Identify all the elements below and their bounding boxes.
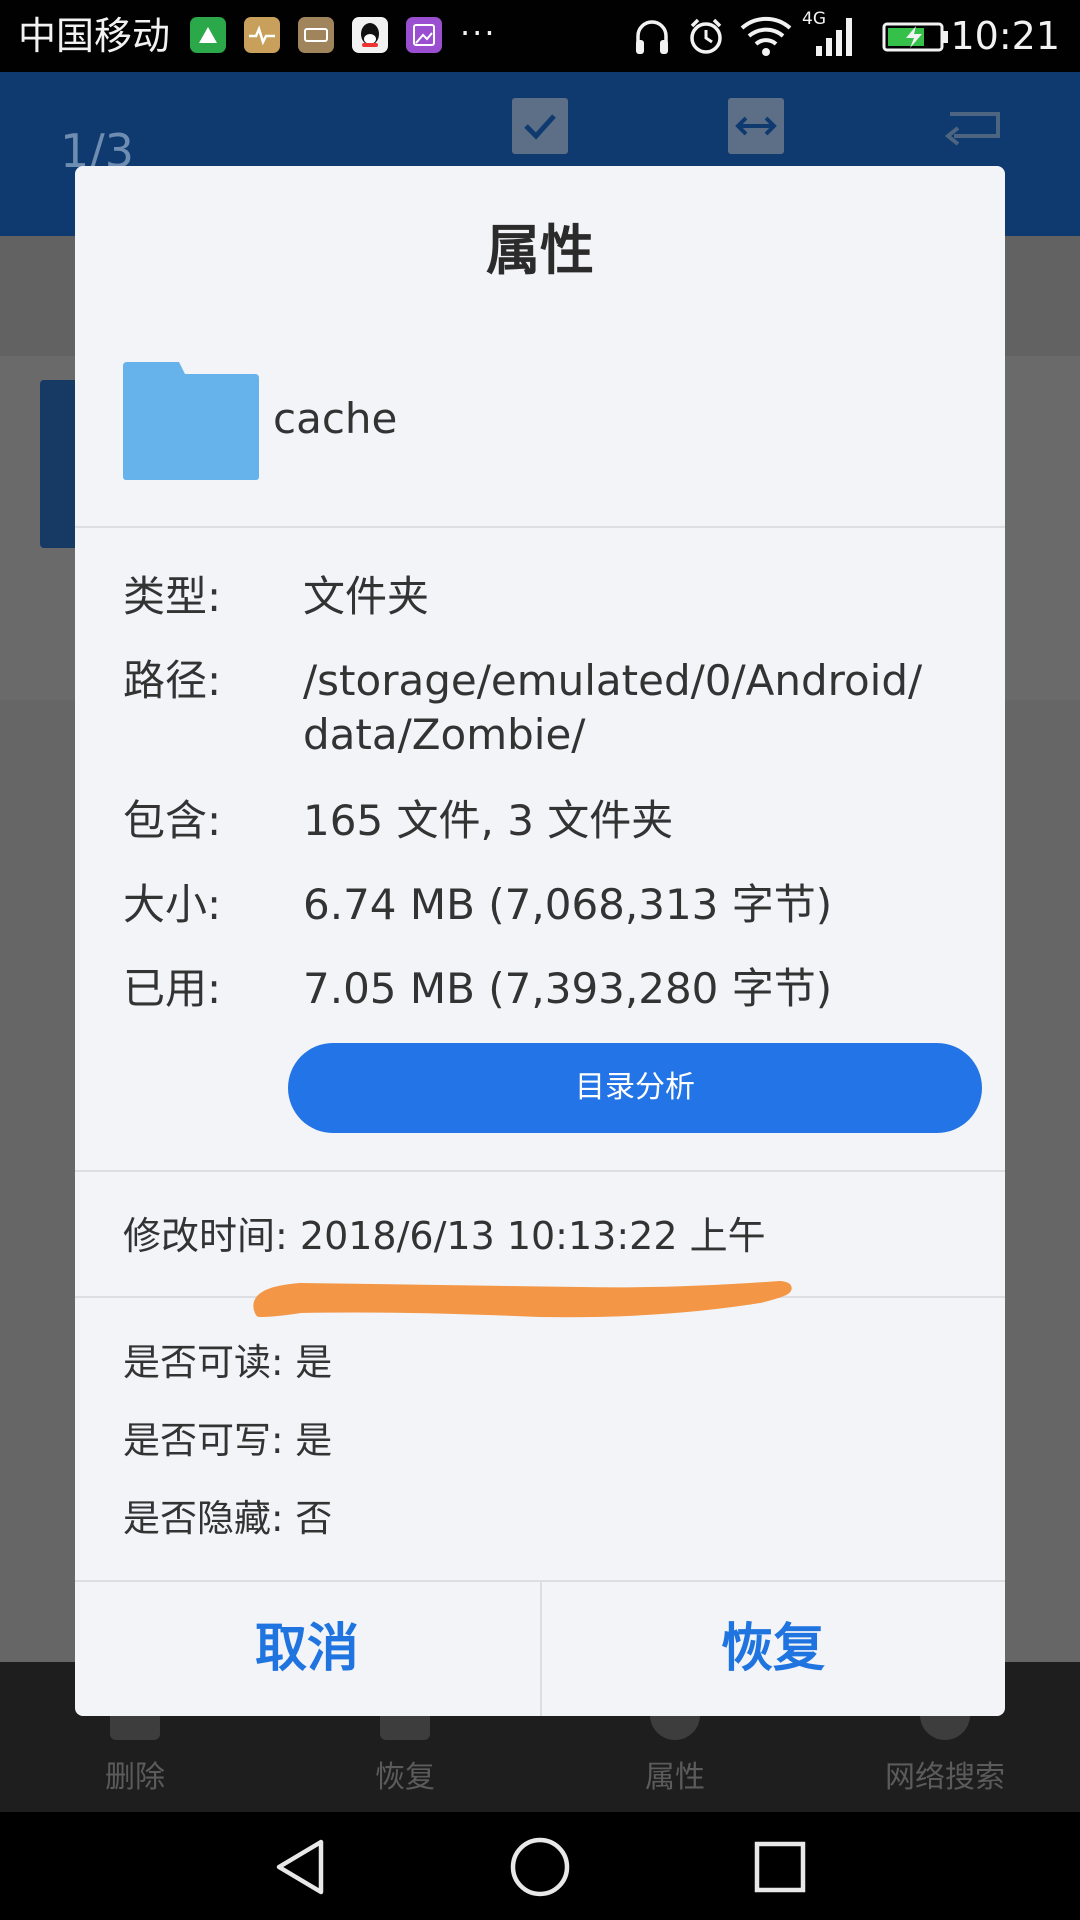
property-contains-value: 165 文件, 3 文件夹: [303, 796, 674, 845]
readable-value: 是: [295, 1341, 333, 1384]
navigation-bar: [0, 1812, 1080, 1920]
gallery-app-icon: [406, 17, 442, 53]
property-contains-label: 包含:: [123, 796, 222, 845]
nav-back-icon[interactable]: [265, 1832, 335, 1902]
bottom-tab-label: 属性: [645, 1760, 705, 1795]
property-type-label: 类型:: [123, 572, 222, 621]
bottom-tab-label: 网络搜索: [885, 1760, 1005, 1795]
hidden-label: 是否隐藏:: [123, 1497, 284, 1540]
wifi-icon: [738, 0, 794, 72]
cancel-button[interactable]: 取消: [75, 1582, 539, 1716]
property-path-value-line2: data/Zombie/: [303, 710, 586, 759]
alarm-icon: [686, 0, 726, 72]
modified-time-value: 2018/6/13 10:13:22 上午: [299, 1214, 766, 1258]
carrier-label: 中国移动: [18, 14, 171, 58]
more-notifications-icon: ···: [460, 14, 497, 52]
battery-icon: [882, 0, 952, 72]
directory-analysis-button[interactable]: 目录分析: [288, 1043, 982, 1133]
cellular-signal-icon: 4G: [802, 0, 864, 72]
dialog-title: 属性: [486, 219, 594, 282]
divider: [75, 1170, 1005, 1172]
select-all-icon: [512, 98, 568, 154]
property-size-value: 6.74 MB (7,068,313 字节): [303, 880, 833, 929]
clock: 10:21: [950, 14, 1060, 58]
property-size-label: 大小:: [123, 880, 222, 929]
property-path-value-line1: /storage/emulated/0/Android/: [303, 656, 923, 705]
property-path-row: 路径: /storage/emulated/0/Android/ data/Zo…: [123, 654, 983, 764]
orange-underline-annotation: [253, 1281, 792, 1318]
readable-label: 是否可读:: [123, 1341, 284, 1384]
modified-time-row: 修改时间: 2018/6/13 10:13:22 上午: [123, 1210, 766, 1262]
property-used-label: 已用:: [123, 964, 222, 1013]
property-path-value: /storage/emulated/0/Android/ data/Zombie…: [303, 654, 953, 762]
hidden-value: 否: [295, 1497, 333, 1540]
back-icon: [940, 102, 1004, 156]
background-file-item: [40, 380, 80, 548]
property-used-value: 7.05 MB (7,393,280 字节): [303, 964, 833, 1013]
modified-time-label: 修改时间:: [123, 1214, 288, 1258]
property-path-label: 路径:: [123, 656, 222, 705]
divider: [75, 526, 1005, 528]
writable-row: 是否可写: 是: [123, 1416, 332, 1466]
health-app-icon: [244, 17, 280, 53]
properties-dialog: 属性 cache 类型: 文件夹 路径: /storage/emulated/0…: [75, 166, 1005, 1716]
green-app-icon: [190, 17, 226, 53]
folder-name: cache: [273, 394, 398, 443]
folder-icon: [123, 362, 259, 480]
headphones-icon: [632, 0, 672, 72]
status-bar: 中国移动 ··· 4G 10:21: [0, 0, 1080, 72]
restore-button[interactable]: 恢复: [541, 1582, 1005, 1716]
bottom-tab-label: 恢复: [375, 1760, 435, 1795]
swap-icon: [728, 98, 784, 154]
qq-icon: [352, 17, 388, 53]
nav-recents-icon[interactable]: [745, 1832, 815, 1902]
property-type-value: 文件夹: [303, 572, 430, 621]
bottom-tab-label: 删除: [105, 1760, 165, 1795]
writable-value: 是: [295, 1419, 333, 1462]
hidden-row: 是否隐藏: 否: [123, 1494, 332, 1544]
readable-row: 是否可读: 是: [123, 1338, 332, 1388]
nav-home-icon[interactable]: [505, 1832, 575, 1902]
app-icon-gold: [298, 17, 334, 53]
network-type-label: 4G: [802, 9, 826, 29]
writable-label: 是否可写:: [123, 1419, 284, 1462]
